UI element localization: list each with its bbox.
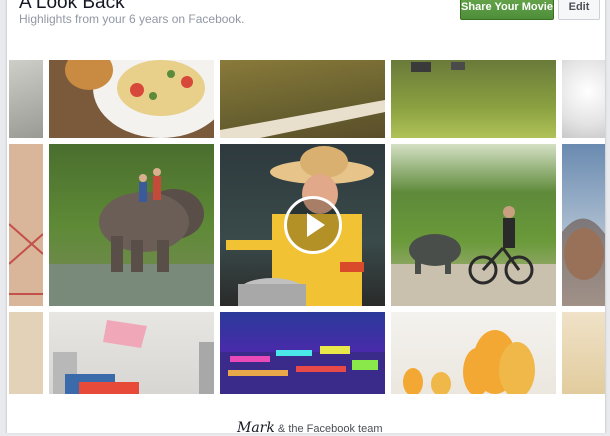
photo-tile[interactable]: [49, 312, 214, 394]
photo-tile[interactable]: [9, 144, 43, 306]
photo-tile[interactable]: [562, 144, 605, 306]
photo-tile[interactable]: [9, 312, 43, 394]
orange-flowers-illustration: [403, 330, 535, 394]
movie-card: A Look Back Highlights from your 6 years…: [6, 0, 606, 436]
tile-floor-illustration: [9, 223, 43, 295]
signature-text: Mark: [237, 420, 275, 436]
play-icon: [307, 213, 325, 237]
photo-tile[interactable]: [220, 60, 385, 138]
photo-tile[interactable]: [49, 60, 214, 138]
elephant-illustration: [49, 168, 214, 306]
footer-signature: Mark & the Facebook team: [237, 420, 382, 436]
share-movie-button[interactable]: Share Your Movie: [460, 0, 554, 20]
photo-tile[interactable]: [9, 60, 43, 138]
photo-tile[interactable]: [391, 144, 556, 306]
photo-tile[interactable]: [391, 60, 556, 138]
path-illustration: [220, 100, 385, 138]
edit-button[interactable]: Edit: [558, 0, 600, 20]
photo-tile[interactable]: [220, 312, 385, 394]
photo-tile[interactable]: [391, 312, 556, 394]
photo-tile[interactable]: [562, 60, 605, 138]
woman-illustration: [562, 218, 605, 306]
photo-tile[interactable]: [49, 144, 214, 306]
desk-illustration: [53, 320, 214, 394]
food-plate-illustration: [49, 60, 214, 138]
play-button[interactable]: [284, 196, 342, 254]
field-illustration: [411, 62, 465, 72]
bicycle-illustration: [391, 206, 556, 306]
footer-text: & the Facebook team: [277, 423, 383, 435]
photo-tile[interactable]: [562, 312, 605, 394]
page-subtitle: Highlights from your 6 years on Facebook…: [19, 12, 245, 26]
led-sign-illustration: [220, 346, 385, 394]
